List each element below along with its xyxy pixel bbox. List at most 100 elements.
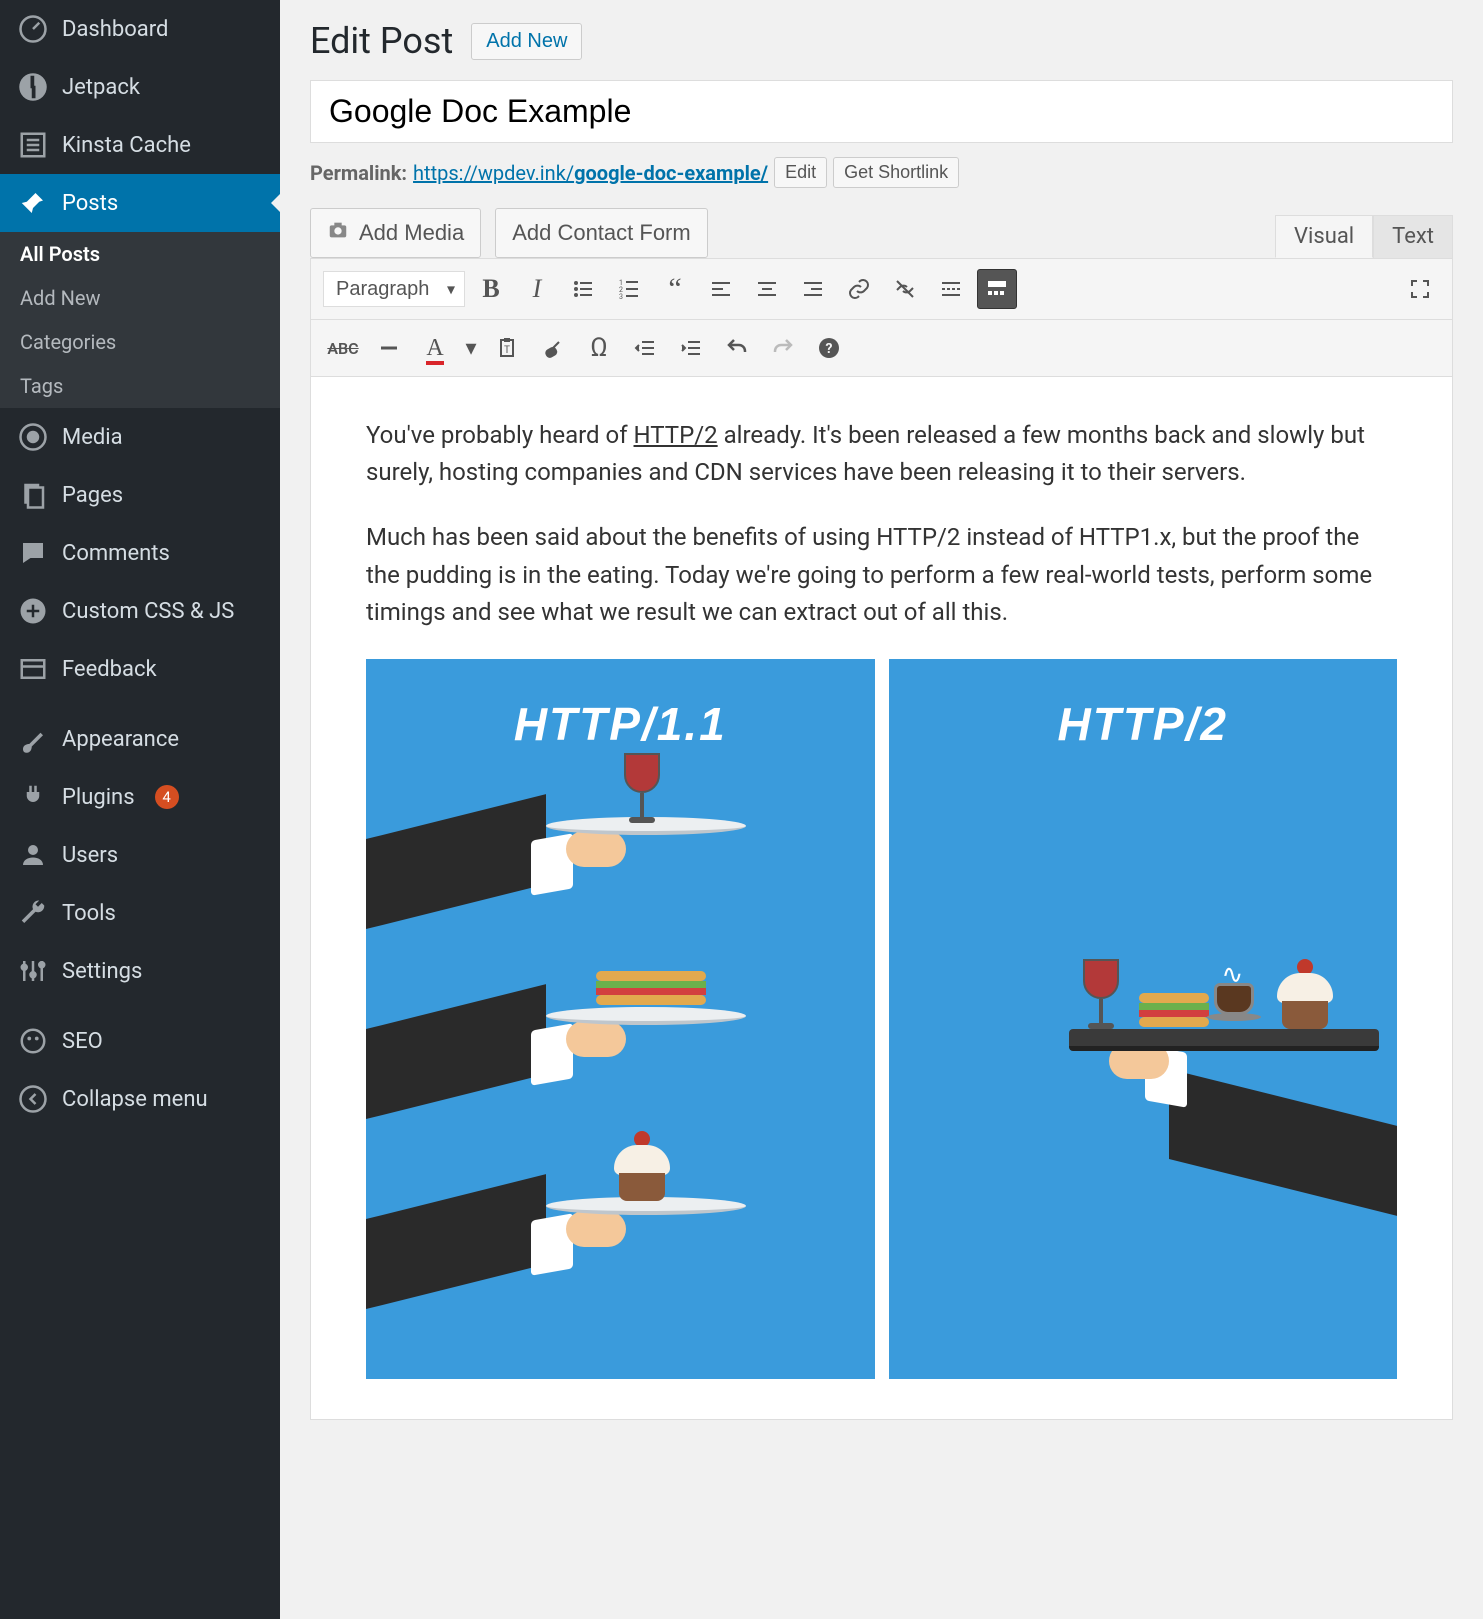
paragraph: You've probably heard of HTTP/2 already.…	[366, 417, 1397, 491]
redo-button[interactable]	[763, 328, 803, 368]
sidebar-label: Plugins	[62, 785, 135, 810]
editor: Paragraph B I 123 “ ABC A ▾	[310, 258, 1453, 1420]
editor-toolbar-row2: ABC A ▾ T Ω ?	[311, 320, 1452, 377]
wrench-icon	[18, 898, 48, 928]
add-media-button[interactable]: Add Media	[310, 208, 481, 258]
sidebar-item-seo[interactable]: SEO	[0, 1012, 280, 1070]
sidebar-item-plugins[interactable]: Plugins 4	[0, 768, 280, 826]
add-contact-form-button[interactable]: Add Contact Form	[495, 208, 708, 258]
horizontal-rule-button[interactable]	[369, 328, 409, 368]
strikethrough-button[interactable]: ABC	[323, 328, 363, 368]
editor-toolbar-row1: Paragraph B I 123 “	[311, 259, 1452, 320]
sidebar-item-feedback[interactable]: Feedback	[0, 640, 280, 698]
format-select[interactable]: Paragraph	[323, 271, 465, 307]
insert-more-button[interactable]	[931, 269, 971, 309]
sidebar-item-dashboard[interactable]: Dashboard	[0, 0, 280, 58]
plus-circle-icon	[18, 596, 48, 626]
post-title-input[interactable]	[310, 80, 1453, 143]
sidebar-label: Kinsta Cache	[62, 133, 191, 158]
sidebar-item-appearance[interactable]: Appearance	[0, 710, 280, 768]
paste-text-button[interactable]: T	[487, 328, 527, 368]
help-button[interactable]: ?	[809, 328, 849, 368]
sidebar-label: Users	[62, 843, 118, 868]
sidebar-sub-tags[interactable]: Tags	[0, 364, 280, 408]
bullet-list-button[interactable]	[563, 269, 603, 309]
sliders-icon	[18, 956, 48, 986]
permalink-link[interactable]: https://wpdev.ink/google-doc-example/	[413, 161, 768, 185]
sidebar-label: Collapse menu	[62, 1087, 208, 1112]
unlink-button[interactable]	[885, 269, 925, 309]
sidebar-item-comments[interactable]: Comments	[0, 524, 280, 582]
sidebar-item-kinsta[interactable]: Kinsta Cache	[0, 116, 280, 174]
sidebar-label: Settings	[62, 959, 142, 984]
plugins-update-badge: 4	[155, 785, 179, 809]
sidebar-item-customcss[interactable]: Custom CSS & JS	[0, 582, 280, 640]
panel-title: HTTP/2	[889, 659, 1398, 760]
sidebar-label: Posts	[62, 191, 118, 216]
sidebar-item-media[interactable]: Media	[0, 408, 280, 466]
dashboard-icon	[18, 14, 48, 44]
sidebar-sub-allposts[interactable]: All Posts	[0, 232, 280, 276]
user-icon	[18, 840, 48, 870]
undo-button[interactable]	[717, 328, 757, 368]
align-left-button[interactable]	[701, 269, 741, 309]
sidebar-item-jetpack[interactable]: Jetpack	[0, 58, 280, 116]
camera-icon	[327, 219, 349, 247]
sidebar-item-posts[interactable]: Posts	[0, 174, 280, 232]
svg-text:3: 3	[619, 293, 623, 301]
brush-icon	[18, 724, 48, 754]
svg-text:T: T	[504, 345, 510, 356]
sidebar-item-tools[interactable]: Tools	[0, 884, 280, 942]
sidebar-label: SEO	[62, 1029, 103, 1054]
main-content: Edit Post Add New Permalink: https://wpd…	[280, 0, 1483, 1619]
toolbar-toggle-button[interactable]	[977, 269, 1017, 309]
sidebar-label: Comments	[62, 541, 170, 566]
italic-button[interactable]: I	[517, 269, 557, 309]
bold-button[interactable]: B	[471, 269, 511, 309]
numbered-list-button[interactable]: 123	[609, 269, 649, 309]
content-image[interactable]: HTTP/1.1 HTTP/2	[366, 659, 1397, 1379]
content-link[interactable]: HTTP/2	[634, 421, 718, 449]
indent-button[interactable]	[671, 328, 711, 368]
sidebar-item-collapse[interactable]: Collapse menu	[0, 1070, 280, 1128]
link-button[interactable]	[839, 269, 879, 309]
align-center-button[interactable]	[747, 269, 787, 309]
tab-visual[interactable]: Visual	[1275, 215, 1373, 258]
align-right-button[interactable]	[793, 269, 833, 309]
sidebar-sub-categories[interactable]: Categories	[0, 320, 280, 364]
tab-text[interactable]: Text	[1373, 215, 1453, 258]
sidebar-label: Jetpack	[62, 75, 140, 100]
sidebar-item-users[interactable]: Users	[0, 826, 280, 884]
sidebar-label: Custom CSS & JS	[62, 599, 234, 624]
comments-icon	[18, 538, 48, 568]
blockquote-button[interactable]: “	[655, 269, 695, 309]
sidebar-label: Feedback	[62, 657, 157, 682]
text-color-button[interactable]: A	[415, 328, 455, 368]
sidebar-sub-addnew[interactable]: Add New	[0, 276, 280, 320]
outdent-button[interactable]	[625, 328, 665, 368]
pages-icon	[18, 480, 48, 510]
http2-panel: HTTP/2 ∿	[889, 659, 1398, 1379]
fullscreen-button[interactable]	[1400, 269, 1440, 309]
sidebar-label: Appearance	[62, 727, 179, 752]
sidebar-label: Pages	[62, 483, 123, 508]
admin-sidebar: Dashboard Jetpack Kinsta Cache Posts All…	[0, 0, 280, 1619]
sidebar-label: Dashboard	[62, 17, 168, 42]
sidebar-item-pages[interactable]: Pages	[0, 466, 280, 524]
add-new-button[interactable]: Add New	[471, 23, 582, 60]
page-title: Edit Post	[310, 20, 453, 62]
text-color-dropdown[interactable]: ▾	[461, 328, 481, 368]
permalink-label: Permalink:	[310, 161, 407, 185]
paragraph: Much has been said about the benefits of…	[366, 519, 1397, 631]
get-shortlink-button[interactable]: Get Shortlink	[833, 157, 959, 188]
sidebar-label: Media	[62, 425, 123, 450]
seo-icon	[18, 1026, 48, 1056]
clear-formatting-button[interactable]	[533, 328, 573, 368]
special-char-button[interactable]: Ω	[579, 328, 619, 368]
permalink-edit-button[interactable]: Edit	[774, 157, 827, 188]
plug-icon	[18, 782, 48, 812]
svg-text:?: ?	[826, 341, 833, 357]
sidebar-item-settings[interactable]: Settings	[0, 942, 280, 1000]
editor-content-area[interactable]: You've probably heard of HTTP/2 already.…	[311, 377, 1452, 1419]
cache-icon	[18, 130, 48, 160]
